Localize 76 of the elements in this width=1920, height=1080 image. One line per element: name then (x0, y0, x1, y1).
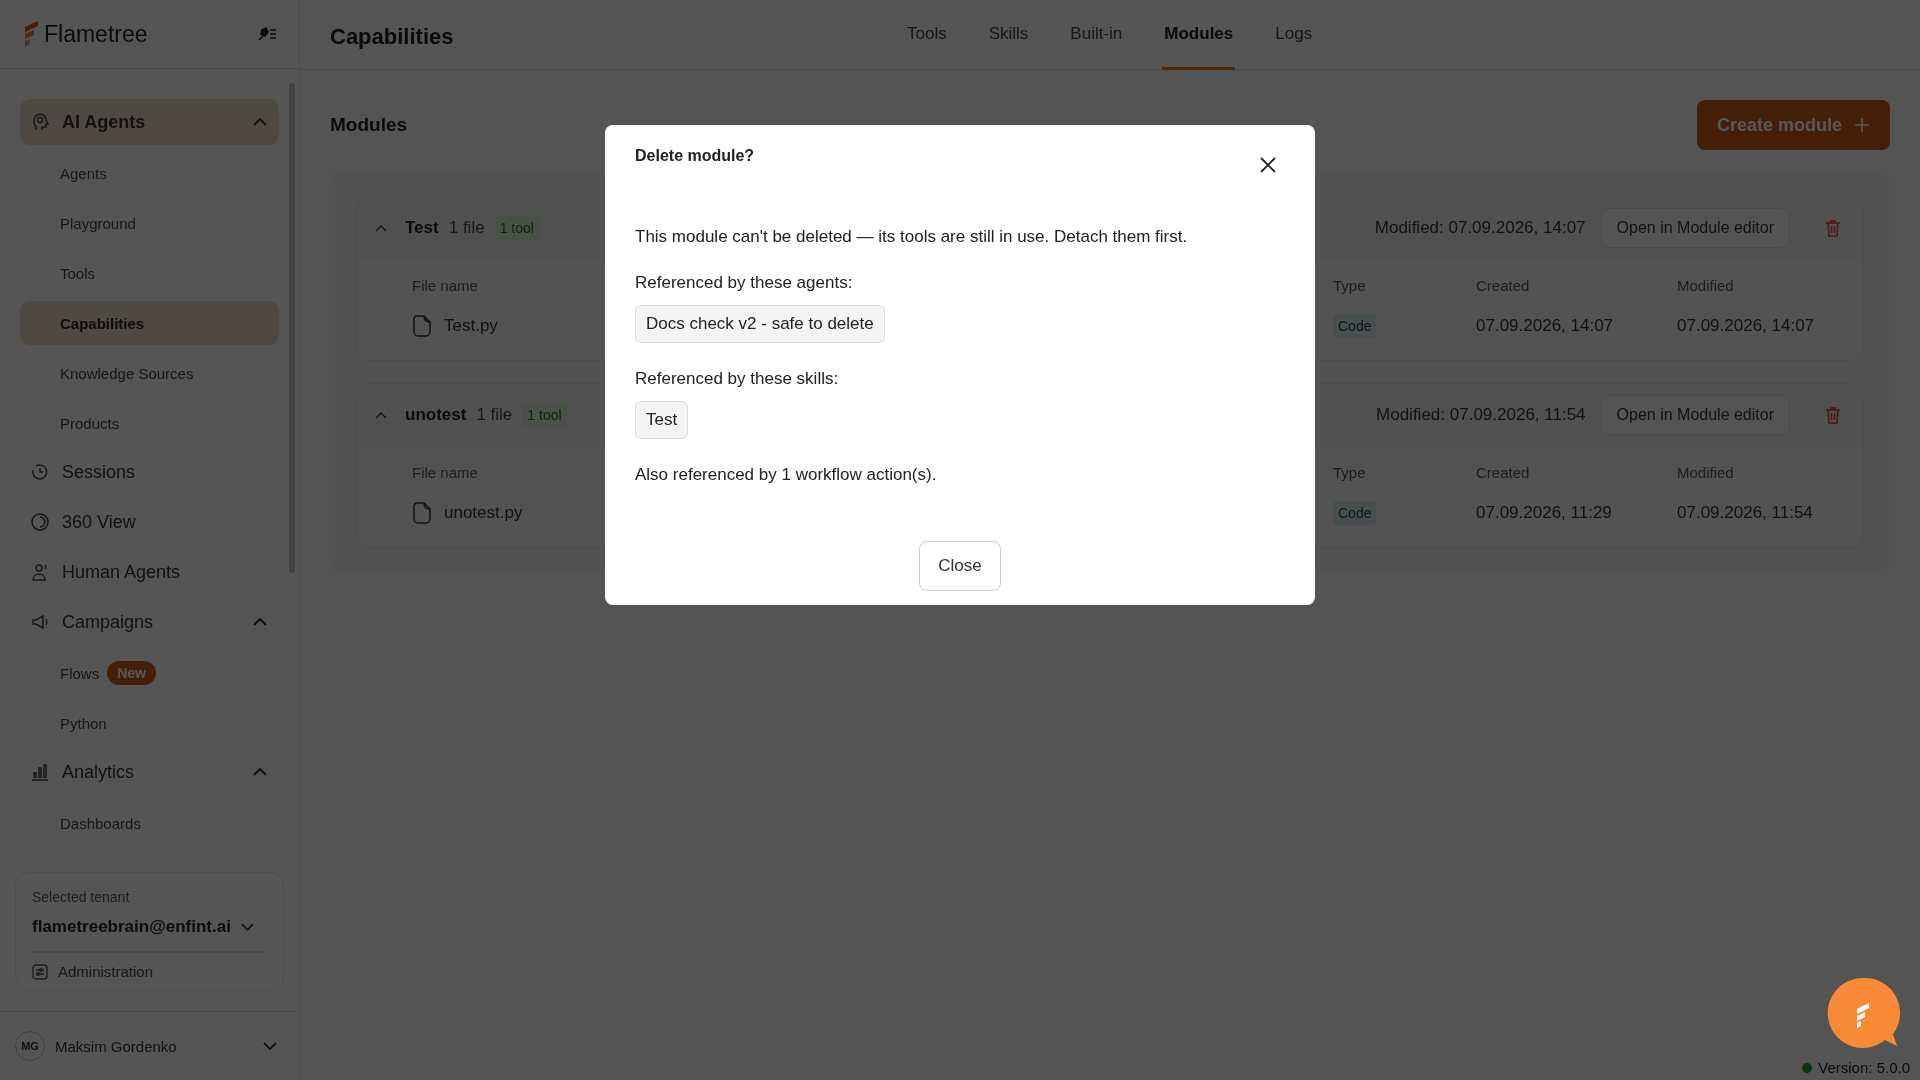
file-name: Test.py (444, 316, 498, 336)
nav-subitem[interactable]: Python (20, 701, 279, 745)
agents-label: Referenced by these agents: (635, 273, 854, 293)
nav-subitem[interactable]: Agents (20, 151, 279, 195)
table-cell: 07.09.2026, 14:07 (1476, 316, 1614, 336)
settings-icon (32, 963, 48, 980)
nav-subitem[interactable]: Dashboards (20, 801, 279, 845)
file-name: unotest.py (444, 503, 523, 523)
nav-item[interactable]: 360 View (20, 499, 279, 545)
open-editor-button[interactable]: Open in Module editor (1600, 208, 1790, 248)
nav-subitem[interactable]: Capabilities (20, 301, 279, 345)
tab[interactable]: Built-in (1068, 0, 1125, 70)
nav-item[interactable]: Human Agents (20, 549, 279, 595)
status-dot (1802, 1062, 1813, 1073)
new-badge: New (107, 661, 156, 685)
nav-subitem[interactable]: Products (20, 401, 279, 445)
dialog-message: This module can't be deleted — its tools are still in use. Detach them first. (635, 227, 1189, 247)
tenant-dropdown[interactable]: flametreebrain@enfint.ai (32, 905, 267, 953)
table-cell: 07.09.2026, 11:29 (1476, 503, 1612, 523)
create-module-button[interactable]: Create module (1696, 100, 1890, 150)
bar-chart-icon (30, 762, 50, 782)
file-count: 1 file (476, 405, 513, 425)
nav-item[interactable]: Campaigns (20, 599, 279, 645)
agent-chip: Docs check v2 - safe to delete (635, 305, 885, 343)
modified-date: Modified: 07.09.2026, 14:07 (1374, 218, 1586, 238)
file-count: 1 file (448, 218, 485, 238)
close-icon[interactable] (1260, 157, 1276, 173)
section-title: Modules (330, 114, 408, 136)
module-name: Test (405, 218, 439, 238)
chevron-up-icon[interactable] (375, 224, 387, 232)
table-cell: 07.09.2026, 14:07 (1677, 316, 1815, 336)
megaphone-icon (30, 612, 50, 632)
administration-link[interactable]: Administration (32, 953, 267, 980)
skill-chip: Test (635, 401, 689, 439)
workflow-note: Also referenced by 1 workflow action(s). (635, 465, 938, 485)
nav-subitem[interactable]: Flows New (20, 651, 279, 695)
tenant-label: Selected tenant (32, 889, 131, 905)
agent-head-icon (30, 112, 50, 132)
close-button[interactable]: Close (919, 541, 1001, 591)
ring-icon (30, 512, 50, 532)
nav-subitem[interactable]: Playground (20, 201, 279, 245)
brand-name: Flametree (44, 20, 148, 48)
nav-item[interactable]: Sessions (20, 449, 279, 495)
delete-icon[interactable] (1825, 406, 1841, 424)
table-cell: 07.09.2026, 11:54 (1677, 503, 1813, 523)
chevron-down-icon (263, 1042, 277, 1050)
pin-menu-icon[interactable] (257, 27, 277, 41)
page-title: Capabilities (330, 23, 455, 50)
nav-subitem[interactable]: Knowledge Sources (20, 351, 279, 395)
nav-item[interactable]: AI Agents (20, 99, 279, 145)
delete-icon[interactable] (1825, 219, 1841, 237)
open-editor-button[interactable]: Open in Module editor (1600, 395, 1790, 435)
chat-button[interactable] (1826, 976, 1900, 1050)
skills-label: Referenced by these skills: (635, 369, 840, 389)
tool-count-tag: 1 tool (494, 216, 539, 240)
tab[interactable]: Tools (905, 0, 949, 70)
nav-item[interactable]: Analytics (20, 749, 279, 795)
plus-icon (1854, 117, 1870, 133)
chevron-up-icon[interactable] (375, 411, 387, 419)
module-name: unotest (405, 405, 467, 425)
file-icon (412, 502, 432, 524)
flame-logo-icon (22, 19, 40, 49)
chevron-down-icon (240, 923, 254, 931)
tool-count-tag: 1 tool (522, 403, 567, 427)
tab[interactable]: Logs (1273, 0, 1315, 70)
version-text: Version: 5.0.0 (1818, 1059, 1910, 1076)
tab[interactable]: Modules (1162, 0, 1236, 70)
user-menu[interactable]: MG Maksim Gordenko (0, 1011, 299, 1080)
file-icon (412, 315, 432, 337)
tab[interactable]: Skills (986, 0, 1031, 70)
modified-date: Modified: 07.09.2026, 11:54 (1376, 405, 1586, 425)
nav-subitem[interactable]: Tools (20, 251, 279, 295)
dialog-title: Delete module? (635, 147, 755, 165)
type-tag: Code (1333, 314, 1377, 338)
type-tag: Code (1333, 501, 1377, 525)
clock-icon (30, 462, 50, 482)
